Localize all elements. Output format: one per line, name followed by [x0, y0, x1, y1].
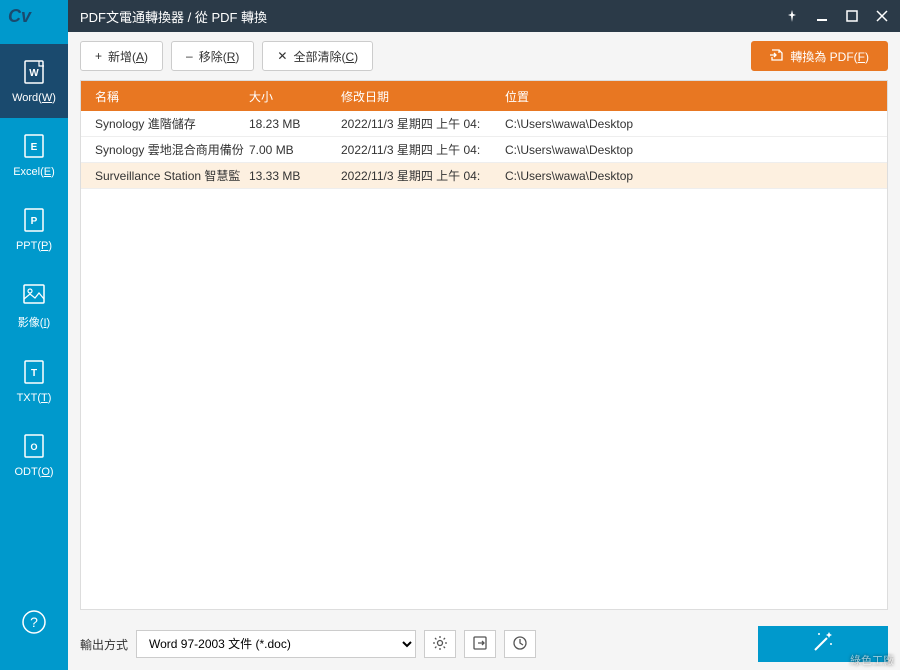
header-location[interactable]: 位置 [505, 88, 887, 105]
settings-button[interactable] [424, 630, 456, 658]
help-button[interactable]: ? [0, 594, 68, 650]
pin-button[interactable] [778, 2, 806, 30]
cell-location: C:\Users\wawa\Desktop [505, 117, 887, 131]
add-button[interactable]: + 新增(A) [80, 41, 163, 71]
output-folder-button[interactable] [464, 630, 496, 658]
minimize-button[interactable] [808, 2, 836, 30]
sidebar-item-label: Excel(E) [13, 166, 55, 178]
cell-size: 18.23 MB [249, 117, 341, 131]
cell-date: 2022/11/3 星期四 上午 04: [341, 141, 505, 158]
clock-icon [512, 635, 528, 654]
odt-icon: O [20, 432, 48, 460]
sidebar-item-label: Word(W) [12, 92, 56, 104]
svg-text:T: T [31, 368, 37, 379]
toolbar: + 新增(A) – 移除(R) ✕ 全部清除(C) 轉換為 PDF(F) [68, 32, 900, 80]
header-name[interactable]: 名稱 [81, 88, 249, 105]
help-icon: ? [20, 608, 48, 636]
cell-date: 2022/11/3 星期四 上午 04: [341, 167, 505, 184]
image-icon [20, 280, 48, 308]
gear-icon [432, 635, 448, 654]
sidebar-item-label: TXT(T) [17, 392, 52, 404]
table-row[interactable]: Synology 雲地混合商用備份 7.00 MB 2022/11/3 星期四 … [81, 137, 887, 163]
cell-size: 13.33 MB [249, 169, 341, 183]
svg-text:E: E [31, 142, 38, 153]
clear-label: 全部清除(C) [293, 48, 358, 65]
output-label: 輸出方式 [80, 636, 128, 653]
sidebar-item-txt[interactable]: T TXT(T) [0, 344, 68, 418]
history-button[interactable] [504, 630, 536, 658]
output-format-select[interactable]: Word 97-2003 文件 (*.doc) [136, 630, 416, 658]
plus-icon: + [95, 49, 102, 63]
svg-text:?: ? [30, 614, 38, 630]
magic-wand-icon [811, 630, 835, 659]
app-logo: Cv [0, 0, 68, 32]
sidebar-item-image[interactable]: 影像(I) [0, 266, 68, 344]
sidebar: W Word(W) E Excel(E) P PPT(P) 影像 [0, 32, 68, 670]
header-size[interactable]: 大小 [249, 88, 341, 105]
cell-date: 2022/11/3 星期四 上午 04: [341, 115, 505, 132]
excel-icon: E [20, 132, 48, 160]
word-icon: W [20, 58, 48, 86]
clear-all-button[interactable]: ✕ 全部清除(C) [262, 41, 373, 71]
txt-icon: T [20, 358, 48, 386]
table-row[interactable]: Surveillance Station 智慧監 13.33 MB 2022/1… [81, 163, 887, 189]
window-title: PDF文電通轉換器 / 從 PDF 轉換 [80, 7, 778, 26]
header-date[interactable]: 修改日期 [341, 88, 505, 105]
svg-text:W: W [29, 68, 39, 79]
svg-text:O: O [30, 442, 37, 452]
sidebar-item-odt[interactable]: O ODT(O) [0, 418, 68, 492]
open-folder-icon [472, 635, 488, 654]
cell-location: C:\Users\wawa\Desktop [505, 169, 887, 183]
watermark: 綠色工廠 [850, 652, 894, 668]
footer: 輸出方式 Word 97-2003 文件 (*.doc) [68, 618, 900, 670]
maximize-button[interactable] [838, 2, 866, 30]
sidebar-item-ppt[interactable]: P PPT(P) [0, 192, 68, 266]
sidebar-item-label: ODT(O) [14, 466, 53, 478]
file-list: 名稱 大小 修改日期 位置 Synology 進階儲存 18.23 MB 202… [80, 80, 888, 610]
sidebar-item-excel[interactable]: E Excel(E) [0, 118, 68, 192]
minus-icon: – [186, 49, 193, 63]
ppt-icon: P [20, 206, 48, 234]
sidebar-item-label: 影像(I) [18, 314, 50, 330]
add-label: 新增(A) [108, 48, 148, 65]
cell-name: Surveillance Station 智慧監 [81, 167, 249, 184]
table-row[interactable]: Synology 進階儲存 18.23 MB 2022/11/3 星期四 上午 … [81, 111, 887, 137]
cell-name: Synology 進階儲存 [81, 115, 249, 132]
remove-label: 移除(R) [199, 48, 240, 65]
cell-location: C:\Users\wawa\Desktop [505, 143, 887, 157]
remove-button[interactable]: – 移除(R) [171, 41, 254, 71]
table-body: Synology 進階儲存 18.23 MB 2022/11/3 星期四 上午 … [81, 111, 887, 609]
x-icon: ✕ [277, 49, 287, 63]
export-icon [770, 48, 784, 65]
svg-text:P: P [31, 216, 38, 227]
convert-label: 轉換為 PDF(F) [790, 48, 869, 65]
convert-to-pdf-button[interactable]: 轉換為 PDF(F) [751, 41, 888, 71]
cell-size: 7.00 MB [249, 143, 341, 157]
close-button[interactable] [868, 2, 896, 30]
titlebar: Cv PDF文電通轉換器 / 從 PDF 轉換 [0, 0, 900, 32]
sidebar-item-label: PPT(P) [16, 240, 52, 252]
cell-name: Synology 雲地混合商用備份 [81, 141, 249, 158]
table-header: 名稱 大小 修改日期 位置 [81, 81, 887, 111]
sidebar-item-word[interactable]: W Word(W) [0, 44, 68, 118]
